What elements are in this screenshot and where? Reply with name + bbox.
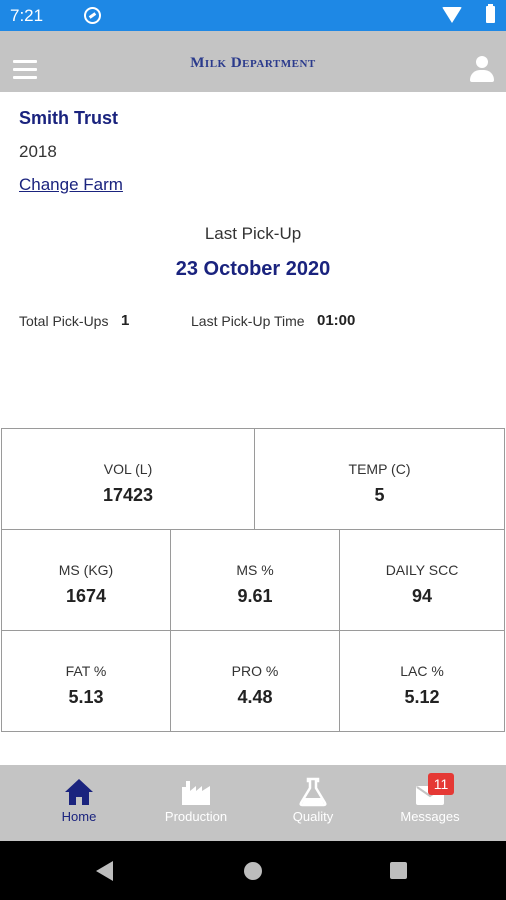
stat-label: PRO % bbox=[231, 663, 279, 679]
flask-icon bbox=[299, 777, 327, 807]
stat-label: DAILY SCC bbox=[385, 562, 459, 578]
stat-value: 5.12 bbox=[404, 687, 440, 707]
stat-value: 5 bbox=[374, 485, 385, 505]
farm-year: 2018 bbox=[19, 142, 57, 161]
stat-value: 9.61 bbox=[237, 586, 273, 606]
app-header: Milk Department bbox=[0, 31, 506, 92]
stat-temp: TEMP (C) 5 bbox=[254, 429, 505, 530]
stat-daily-scc: DAILY SCC 94 bbox=[339, 530, 505, 631]
factory-icon bbox=[182, 781, 210, 805]
nav-messages-label: Messages bbox=[400, 809, 460, 824]
stat-label: VOL (L) bbox=[103, 461, 153, 477]
recents-icon[interactable] bbox=[390, 862, 407, 879]
user-icon[interactable] bbox=[470, 56, 494, 84]
home-icon bbox=[65, 779, 93, 805]
stat-pro-pct: PRO % 4.48 bbox=[170, 631, 340, 732]
nav-home-label: Home bbox=[61, 809, 97, 824]
stat-value: 17423 bbox=[102, 485, 154, 505]
last-pickup-time-value: 01:00 bbox=[317, 312, 356, 329]
last-pickup-time-label: Last Pick-Up Time bbox=[191, 313, 305, 329]
stat-ms-pct: MS % 9.61 bbox=[170, 530, 340, 631]
stat-value: 1674 bbox=[65, 586, 107, 606]
system-nav-bar bbox=[0, 841, 506, 900]
nav-quality-label: Quality bbox=[292, 809, 334, 824]
stat-vol: VOL (L) 17423 bbox=[1, 429, 255, 530]
stats-grid: VOL (L) 17423 TEMP (C) 5 MS (KG) 1674 MS… bbox=[1, 428, 505, 732]
last-pickup-label: Last Pick-Up bbox=[204, 224, 302, 243]
stat-label: MS % bbox=[236, 562, 274, 578]
nav-production-label: Production bbox=[164, 809, 228, 824]
back-icon[interactable] bbox=[96, 861, 113, 881]
stat-label: MS (KG) bbox=[58, 562, 114, 578]
stat-label: LAC % bbox=[400, 663, 444, 679]
total-pickups-value: 1 bbox=[121, 312, 130, 329]
nav-production[interactable]: Production bbox=[138, 765, 254, 841]
battery-icon bbox=[486, 4, 495, 23]
last-pickup-date: 23 October 2020 bbox=[175, 258, 331, 280]
nav-quality[interactable]: Quality bbox=[255, 765, 371, 841]
stat-label: TEMP (C) bbox=[348, 461, 411, 477]
home-circle-icon[interactable] bbox=[244, 862, 262, 880]
stat-ms-kg: MS (KG) 1674 bbox=[1, 530, 171, 631]
stat-value: 5.13 bbox=[68, 687, 104, 707]
wifi-icon bbox=[442, 7, 462, 23]
status-time: 7:21 bbox=[10, 6, 44, 25]
messages-badge: 11 bbox=[428, 773, 454, 795]
nav-home[interactable]: Home bbox=[21, 765, 137, 841]
app-logo: Milk Department bbox=[190, 55, 316, 71]
stat-fat-pct: FAT % 5.13 bbox=[1, 631, 171, 732]
status-bar: 7:21 bbox=[0, 0, 506, 31]
farm-name: Smith Trust bbox=[19, 108, 119, 128]
total-pickups-label: Total Pick-Ups bbox=[19, 313, 109, 329]
stat-lac-pct: LAC % 5.12 bbox=[339, 631, 505, 732]
stat-value: 94 bbox=[411, 586, 433, 606]
stat-label: FAT % bbox=[65, 663, 107, 679]
stat-value: 4.48 bbox=[237, 687, 273, 707]
sync-icon bbox=[84, 7, 101, 24]
change-farm-link[interactable]: Change Farm bbox=[19, 175, 123, 195]
